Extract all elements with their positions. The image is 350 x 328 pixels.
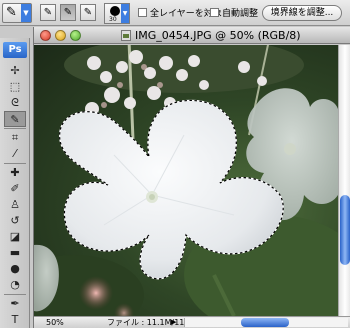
dodge-tool-icon[interactable]: ◔ — [4, 277, 26, 293]
refine-edge-button[interactable]: 境界線を調整... — [262, 5, 342, 21]
document-icon — [121, 30, 131, 41]
brush-size: 30 — [109, 16, 117, 23]
crop-tool-icon[interactable]: ⌗ — [4, 130, 26, 146]
toolbox-separator — [4, 128, 26, 129]
add-selection-icon[interactable]: ✎ — [60, 4, 76, 21]
toolbox-separator — [4, 163, 26, 164]
marquee-tool-icon[interactable]: ⬚ — [4, 79, 26, 95]
clone-stamp-tool-icon[interactable]: ♙ — [4, 197, 26, 213]
status-menu-arrow-icon[interactable]: ▶ — [171, 318, 181, 327]
photoshop-logo: Ps — [3, 42, 27, 58]
gradient-tool-icon[interactable]: ▬ — [4, 245, 26, 261]
chevron-down-icon: ▼ — [121, 4, 129, 23]
zoom-level[interactable]: 50% — [46, 317, 64, 328]
blur-tool-icon[interactable]: ● — [4, 261, 26, 277]
brush-tool-icon[interactable]: ✐ — [4, 181, 26, 197]
status-bar: 50% ファイル : 11.1M/11.1M ▶ — [34, 316, 350, 328]
type-tool-icon[interactable]: T — [4, 312, 26, 328]
document-title-bar[interactable]: IMG_0454.JPG @ 50% (RGB/8) — [34, 27, 350, 44]
toolbox: Ps ✢ ⬚ ᘓ ✎ ⌗ ⁄ ✚ ✐ ♙ ↺ ◪ ▬ ● ◔ ✒ T — [0, 38, 30, 328]
pen-tool-icon[interactable]: ✒ — [4, 296, 26, 312]
toolbox-separator — [4, 294, 26, 295]
auto-enhance-checkbox[interactable] — [210, 8, 219, 17]
vertical-scroll-thumb[interactable] — [340, 195, 350, 265]
zoom-button[interactable] — [70, 30, 81, 41]
quick-selection-icon: ✎ — [6, 5, 17, 20]
healing-brush-tool-icon[interactable]: ✚ — [4, 165, 26, 181]
eyedropper-tool-icon[interactable]: ⁄ — [4, 146, 26, 162]
quick-selection-tool-icon[interactable]: ✎ — [4, 111, 26, 127]
document-title: IMG_0454.JPG @ 50% (RGB/8) — [135, 29, 301, 42]
lasso-tool-icon[interactable]: ᘓ — [4, 95, 26, 111]
subtract-selection-icon[interactable]: ✎ — [80, 4, 96, 21]
close-button[interactable] — [40, 30, 51, 41]
document-window: IMG_0454.JPG @ 50% (RGB/8) 50% ファイル: 11… — [33, 27, 350, 328]
new-selection-icon[interactable]: ✎ — [40, 4, 56, 21]
sample-all-layers-checkbox[interactable] — [138, 8, 147, 17]
hydrangea-photo — [34, 45, 338, 316]
horizontal-scroll-thumb[interactable] — [241, 318, 289, 327]
horizontal-scrollbar[interactable] — [184, 318, 348, 327]
minimize-button[interactable] — [55, 30, 66, 41]
tool-preset-picker[interactable]: ✎ ▼ — [2, 3, 32, 23]
auto-enhance-label: 自動調整 — [222, 9, 259, 19]
history-brush-tool-icon[interactable]: ↺ — [4, 213, 26, 229]
brush-tip-icon — [110, 6, 120, 16]
image-canvas[interactable] — [34, 45, 338, 316]
vertical-scrollbar[interactable] — [338, 45, 350, 316]
chevron-down-icon: ▼ — [21, 4, 31, 22]
move-tool-icon[interactable]: ✢ — [4, 63, 26, 79]
options-bar: ✎ ▼ ✎ ✎ ✎ 30 ▼ 全レイヤーを対象 自動調整 境界線を調整... — [0, 0, 350, 26]
eraser-tool-icon[interactable]: ◪ — [4, 229, 26, 245]
brush-picker[interactable]: 30 ▼ — [104, 3, 130, 24]
